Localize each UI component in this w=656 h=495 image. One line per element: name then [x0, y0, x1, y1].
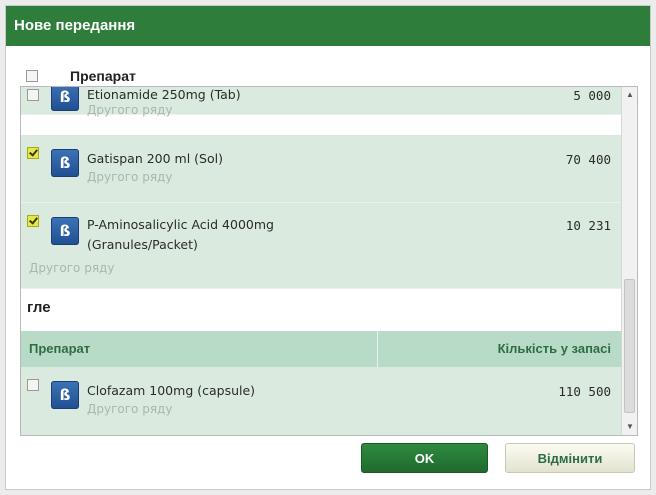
drug-quantity: 110 500: [558, 384, 611, 399]
drug-category: Другого ряду: [29, 261, 115, 275]
scroll-down-arrow-icon[interactable]: ▼: [622, 419, 637, 435]
drug-icon: ß: [51, 87, 79, 111]
list-item: ß Etionamide 250mg (Tab) Другого ряду 5 …: [21, 87, 621, 117]
ok-button[interactable]: OK: [361, 443, 488, 473]
drug-list-scroll-area: ß Etionamide 250mg (Tab) Другого ряду 5 …: [21, 87, 621, 435]
drug-quantity: 5 000: [573, 88, 611, 103]
drug-column-header: Препарат: [70, 68, 136, 84]
item-checkbox[interactable]: [27, 89, 39, 101]
column-header-drug: Препарат: [29, 341, 91, 356]
column-header-stock: Кількість у запасі: [497, 341, 611, 356]
item-checkbox[interactable]: [27, 215, 39, 227]
item-checkbox[interactable]: [27, 379, 39, 391]
drug-name-line2: (Granules/Packet): [87, 237, 198, 252]
scroll-up-arrow-icon[interactable]: ▲: [622, 87, 637, 103]
drug-icon: ß: [51, 149, 79, 177]
drug-quantity: 10 231: [565, 218, 611, 233]
list-scrollbar[interactable]: ▲ ▼: [621, 87, 637, 435]
drug-list: ß Etionamide 250mg (Tab) Другого ряду 5 …: [20, 86, 638, 436]
list-item: ß P-Aminosalicylic Acid 4000mg (Granules…: [21, 203, 621, 289]
transfer-dialog: Нове передання Препарат ß Etionamide 250…: [5, 5, 651, 490]
drug-category: Другого ряду: [87, 170, 173, 184]
list-item: ß Clofazam 100mg (capsule) Другого ряду …: [21, 367, 621, 435]
column-divider: [377, 331, 378, 367]
dialog-title: Нове передання: [6, 6, 650, 46]
list-item: ß Gatispan 200 ml (Sol) Другого ряду 70 …: [21, 135, 621, 203]
drug-icon: ß: [51, 217, 79, 245]
drug-name: Clofazam 100mg (capsule): [87, 383, 256, 398]
cancel-button[interactable]: Відмінити: [505, 443, 635, 473]
drug-category: Другого ряду: [87, 103, 173, 117]
select-all-checkbox[interactable]: [26, 70, 38, 82]
drug-icon: ß: [51, 381, 79, 409]
drug-category: Другого ряду: [87, 402, 173, 416]
table-header: Препарат Кількість у запасі: [21, 331, 621, 367]
drug-name: P-Aminosalicylic Acid 4000mg: [87, 217, 274, 232]
drug-name: Gatispan 200 ml (Sol): [87, 151, 223, 166]
section-label: гле: [27, 299, 51, 316]
item-checkbox[interactable]: [27, 147, 39, 159]
drug-quantity: 70 400: [565, 152, 611, 167]
scrollbar-thumb[interactable]: [624, 279, 635, 413]
